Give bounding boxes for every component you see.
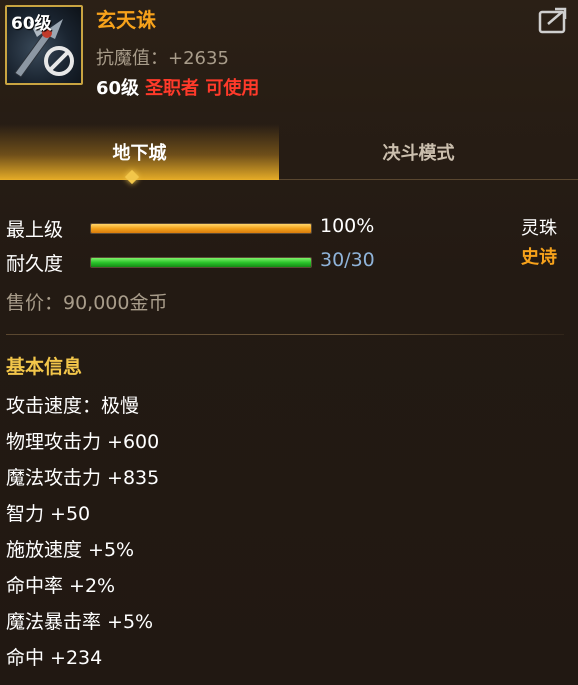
attribute-line: 智力 +50 [6, 503, 91, 525]
section-divider [6, 334, 564, 335]
attribute-line: 物理攻击力 +600 [6, 431, 160, 453]
durability-bar-fill [91, 258, 311, 267]
required-level: 60级 [96, 78, 140, 99]
item-tooltip-panel: 60级 玄天诛 抗魔值：+2635 60级 圣职者 可使用 地下城 决斗模式 最上… [0, 0, 578, 685]
durability-label: 耐久度 [6, 253, 64, 275]
tab-duel-mode[interactable]: 决斗模式 [279, 124, 558, 180]
durability-row: 耐久度 30/30 [6, 245, 566, 275]
attribute-line: 施放速度 +5% [6, 539, 135, 561]
item-header: 60级 玄天诛 抗魔值：+2635 60级 圣职者 可使用 [0, 0, 578, 112]
requirement-line: 60级 圣职者 可使用 [96, 74, 259, 100]
anti-magic-value: 抗魔值：+2635 [96, 48, 229, 69]
item-name: 玄天诛 [96, 8, 156, 32]
sell-price: 售价：90,000金币 [6, 292, 168, 314]
durability-bar [90, 257, 312, 268]
required-class: 圣职者 可使用 [145, 78, 260, 99]
mode-tabs: 地下城 决斗模式 [0, 124, 578, 180]
item-icon: 60级 [5, 5, 83, 85]
grade-value: 100% [320, 215, 375, 237]
attribute-list: 攻击速度：极慢 物理攻击力 +600 魔法攻击力 +835 智力 +50 施放速… [6, 392, 566, 680]
durability-value: 30/30 [320, 249, 375, 271]
attribute-line: 命中 +234 [6, 647, 103, 669]
item-level-badge: 60级 [11, 14, 52, 34]
share-icon [538, 7, 567, 34]
grade-bar [90, 223, 312, 234]
tab-dungeon[interactable]: 地下城 [0, 124, 279, 180]
attribute-line: 魔法暴击率 +5% [6, 611, 154, 633]
grade-bar-fill [91, 224, 311, 233]
attribute-line: 魔法攻击力 +835 [6, 467, 160, 489]
share-button[interactable] [538, 6, 568, 34]
grade-label: 最上级 [6, 219, 64, 241]
attribute-line: 命中率 +2% [6, 575, 116, 597]
grade-row: 最上级 100% [6, 211, 566, 241]
item-type-tag: 灵珠 [521, 218, 557, 239]
attribute-line: 攻击速度：极慢 [6, 395, 140, 417]
basic-info-title: 基本信息 [6, 356, 83, 378]
item-rarity-tag: 史诗 [521, 247, 557, 268]
